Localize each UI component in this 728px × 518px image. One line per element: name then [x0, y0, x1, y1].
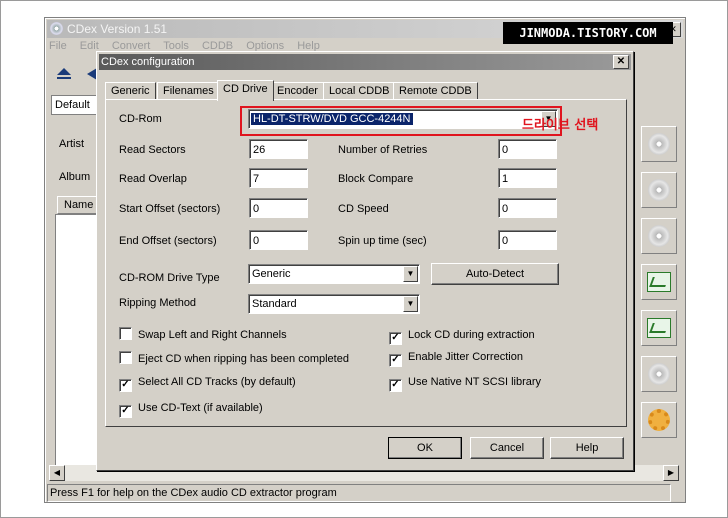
- scroll-left-icon[interactable]: ◀: [49, 465, 65, 481]
- check-icon: ✓: [119, 405, 132, 418]
- retries-input[interactable]: 0: [498, 139, 557, 159]
- app-disc-icon: [50, 22, 63, 35]
- cd-mp3-icon: [648, 179, 670, 201]
- wave-icon: [647, 272, 671, 292]
- tab-generic[interactable]: Generic: [105, 82, 156, 100]
- track-list[interactable]: [55, 214, 101, 478]
- artist-label: Artist: [59, 138, 85, 150]
- checkbox-box: [119, 351, 132, 364]
- end-offset-label: End Offset (sectors): [119, 235, 217, 247]
- ripping-method-select[interactable]: Standard ▼: [248, 294, 420, 314]
- drive-type-label: CD-ROM Drive Type: [119, 272, 220, 284]
- block-compare-label: Block Compare: [338, 173, 414, 185]
- cd-icon: [648, 133, 670, 155]
- check-icon: ✓: [389, 354, 402, 367]
- select-all-checkbox[interactable]: ✓ Select All CD Tracks (by default): [119, 376, 296, 392]
- read-sectors-input[interactable]: 26: [249, 139, 308, 159]
- status-bar: Press F1 for help on the CDex audio CD e…: [47, 484, 671, 502]
- cd-speed-label: CD Speed: [338, 203, 389, 215]
- check-icon: ✓: [389, 379, 402, 392]
- ripping-method-value: Standard: [252, 298, 297, 310]
- album-label: Album: [59, 171, 91, 183]
- check-icon: ✓: [119, 379, 132, 392]
- preset-select[interactable]: Default: [51, 95, 98, 115]
- block-compare-input[interactable]: 1: [498, 168, 557, 188]
- drive-type-value: Generic: [252, 268, 291, 280]
- ok-button[interactable]: OK: [388, 437, 462, 459]
- chevron-down-icon[interactable]: ▼: [403, 296, 418, 312]
- tab-cd-drive[interactable]: CD Drive: [217, 80, 274, 101]
- check-icon: ✓: [389, 332, 402, 345]
- extract-button[interactable]: [641, 126, 677, 162]
- toolbar: [49, 60, 97, 86]
- retries-label: Number of Retries: [338, 144, 428, 156]
- jitter-checkbox[interactable]: ✓ Enable Jitter Correction: [389, 351, 523, 367]
- scroll-right-icon[interactable]: ▶: [663, 465, 679, 481]
- extract-partial-button[interactable]: [641, 218, 677, 254]
- window-title: CDex Version 1.51: [67, 22, 168, 36]
- wave-convert-icon: [647, 318, 671, 338]
- tab-local-cddb[interactable]: Local CDDB: [323, 82, 396, 100]
- chevron-down-icon[interactable]: ▼: [403, 266, 418, 282]
- eject-bar-icon: [57, 77, 71, 79]
- end-offset-input[interactable]: 0: [249, 230, 308, 250]
- spin-up-label: Spin up time (sec): [338, 235, 427, 247]
- start-offset-label: Start Offset (sectors): [119, 203, 221, 215]
- cd-partial-icon: [648, 225, 670, 247]
- cd-cddb-icon: [648, 363, 670, 385]
- checkbox-box: [119, 327, 132, 340]
- gear-icon: [648, 409, 670, 431]
- cancel-button[interactable]: Cancel: [470, 437, 544, 459]
- help-button[interactable]: Help: [550, 437, 624, 459]
- extract-mp3-button[interactable]: [641, 172, 677, 208]
- watermark: JINMODA.TISTORY.COM: [503, 22, 673, 44]
- ripping-method-label: Ripping Method: [119, 297, 197, 309]
- lock-cd-checkbox[interactable]: ✓ Lock CD during extraction: [389, 329, 535, 345]
- cd-text-checkbox[interactable]: ✓ Use CD-Text (if available): [119, 402, 263, 418]
- eject-cd-checkbox[interactable]: Eject CD when ripping has been completed: [119, 351, 349, 365]
- annotation-label: 드라이브 선택: [522, 118, 599, 133]
- convert-wav-button[interactable]: [641, 264, 677, 300]
- eject-icon[interactable]: [57, 68, 71, 75]
- read-overlap-input[interactable]: 7: [249, 168, 308, 188]
- swap-channels-checkbox[interactable]: Swap Left and Right Channels: [119, 327, 287, 341]
- right-toolbar: [641, 126, 679, 448]
- dialog-close-icon[interactable]: ✕: [613, 55, 629, 69]
- start-offset-input[interactable]: 0: [249, 198, 308, 218]
- read-overlap-label: Read Overlap: [119, 173, 187, 185]
- tab-remote-cddb[interactable]: Remote CDDB: [393, 82, 478, 100]
- native-scsi-checkbox[interactable]: ✓ Use Native NT SCSI library: [389, 376, 541, 392]
- highlight-box: [240, 106, 562, 136]
- spin-up-input[interactable]: 0: [498, 230, 557, 250]
- cddb-button[interactable]: [641, 356, 677, 392]
- auto-detect-button[interactable]: Auto-Detect: [431, 263, 559, 285]
- tab-encoder[interactable]: Encoder: [271, 82, 324, 100]
- convert-mp3-button[interactable]: [641, 310, 677, 346]
- menu-file[interactable]: File: [49, 40, 67, 52]
- cd-speed-input[interactable]: 0: [498, 198, 557, 218]
- config-button[interactable]: [641, 402, 677, 438]
- drive-type-select[interactable]: Generic ▼: [248, 264, 420, 284]
- tab-filenames[interactable]: Filenames: [157, 82, 220, 100]
- dialog-title: CDex configuration: [99, 54, 631, 70]
- cdrom-label: CD-Rom: [119, 113, 162, 125]
- read-sectors-label: Read Sectors: [119, 144, 186, 156]
